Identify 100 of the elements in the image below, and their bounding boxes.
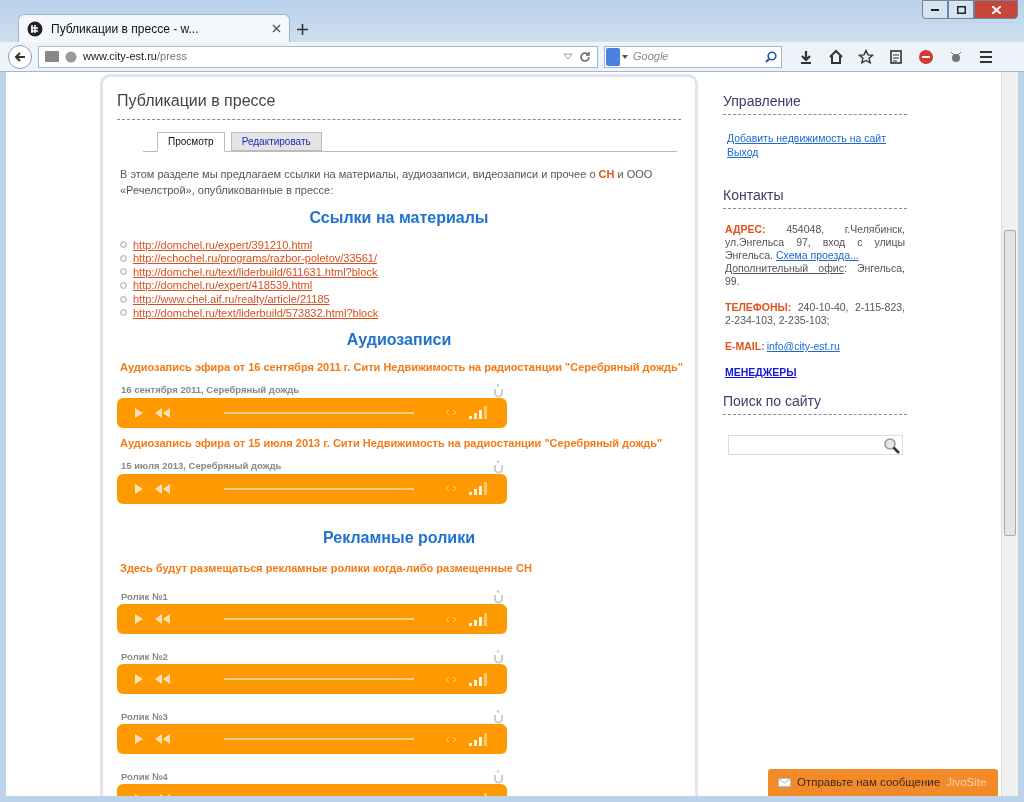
url-text: www.city-est.ru/press (83, 49, 188, 65)
dropdown-icon[interactable] (563, 53, 573, 60)
menu-icon[interactable] (978, 48, 994, 65)
audio-player[interactable] (117, 473, 507, 504)
bullet-icon (120, 282, 127, 290)
audio-player[interactable] (117, 664, 507, 695)
phones-text: ТЕЛЕФОНЫ: 240-10-40, 2-115-823, 2-234-103, 2-235-103; (725, 301, 905, 327)
search-placeholder: Google (633, 49, 670, 65)
email-link[interactable]: info@city-est.ru (766, 340, 840, 353)
player-logo-icon (494, 650, 503, 665)
globe-icon (65, 50, 77, 63)
track-caption: Ролик №3 (121, 709, 168, 724)
player-logo-icon (494, 710, 503, 725)
bullet-icon (120, 295, 127, 303)
close-icon[interactable] (272, 24, 281, 33)
embed-icon[interactable] (445, 615, 457, 623)
browser-tab[interactable]: Публикации в прессе - w... (18, 14, 290, 42)
window-close-button[interactable] (974, 0, 1018, 19)
download-icon[interactable] (798, 48, 814, 65)
player-logo-icon (494, 459, 503, 474)
home-icon[interactable] (828, 48, 844, 65)
player-logo-icon (494, 383, 503, 398)
chat-label: Отправьте нам сообщение (797, 774, 941, 790)
tab-title: Публикации в прессе - w... (51, 20, 200, 38)
address-bar[interactable]: www.city-est.ru/press (38, 45, 598, 68)
site-logo-icon (27, 20, 43, 37)
bullet-icon (120, 268, 127, 276)
play-icon[interactable] (135, 734, 143, 745)
sidebar-heading: Контакты (723, 185, 907, 209)
sidebar-heading: Управление (723, 91, 907, 115)
track-caption: Ролик №1 (121, 589, 168, 604)
embed-icon[interactable] (445, 409, 457, 417)
back-button[interactable] (8, 44, 32, 69)
player-logo-icon (494, 770, 503, 785)
stop-sign-icon[interactable] (918, 48, 934, 65)
embed-icon[interactable] (445, 485, 457, 493)
window-maximize-button[interactable] (948, 0, 974, 19)
progress-track[interactable] (224, 487, 414, 490)
bullet-icon (120, 254, 127, 262)
chat-brand: JivoSite (946, 774, 987, 790)
audio-player[interactable] (117, 397, 507, 428)
volume-icon[interactable] (469, 732, 489, 746)
embed-icon[interactable] (445, 675, 457, 683)
google-icon[interactable] (605, 46, 629, 67)
sidebar-link[interactable]: Добавить недвижимость на сайт (727, 131, 907, 145)
play-icon[interactable] (135, 614, 143, 625)
rewind-icon[interactable] (155, 614, 170, 625)
page-tab[interactable]: Просмотр (157, 132, 225, 152)
search-icon[interactable] (883, 436, 900, 454)
page-tab[interactable]: Редактировать (230, 132, 322, 151)
minimize-icon (931, 8, 939, 11)
progress-track[interactable] (224, 738, 414, 741)
audio-player[interactable] (117, 604, 507, 635)
window-minimize-button[interactable] (922, 0, 948, 19)
page-icon (45, 51, 59, 62)
section-heading: Ссылки на материалы (308, 208, 490, 228)
sidebar-heading: Поиск по сайту (723, 391, 907, 415)
play-icon[interactable] (135, 407, 143, 418)
reload-icon[interactable] (579, 50, 591, 63)
section-heading: Аудиозаписи (345, 329, 453, 350)
track-caption: 16 сентября 2011, Серебряный дождь (121, 383, 300, 398)
address-text: АДРЕС: 454048, г.Челябинск, ул.Энгельса 97, вход с улицы Энгельса. Схема проезда... Дополнительный офис: Энгельса, 99. (725, 223, 905, 288)
progress-track[interactable] (224, 618, 414, 621)
volume-icon[interactable] (469, 612, 489, 626)
managers-link[interactable]: МЕНЕДЖЕРЫ (725, 366, 905, 379)
search-field[interactable]: Google (604, 45, 782, 68)
audio-title: Аудиозапись эфира от 16 сентября 2011 г. Сити Недвижимость на радиостанции "Серебряный дождь" (119, 359, 684, 374)
rewind-icon[interactable] (155, 674, 170, 685)
volume-icon[interactable] (469, 482, 489, 496)
close-icon (991, 5, 1001, 14)
rewind-icon[interactable] (155, 483, 170, 494)
site-search-field[interactable] (728, 435, 903, 455)
audio-title: Аудиозапись эфира от 15 июля 2013 г. Сити Недвижимость на радиостанции "Серебряный дождь" (119, 435, 664, 450)
track-caption: Ролик №2 (121, 649, 168, 664)
scrollbar-thumb[interactable] (1004, 230, 1016, 536)
sidebar-link[interactable]: Выход (727, 145, 907, 159)
progress-track[interactable] (224, 678, 414, 681)
volume-icon[interactable] (469, 406, 489, 420)
rewind-icon[interactable] (155, 734, 170, 745)
play-icon[interactable] (135, 483, 143, 494)
rewind-icon[interactable] (155, 407, 170, 418)
audio-player[interactable] (117, 724, 507, 755)
new-tab-icon[interactable] (297, 24, 308, 35)
embed-icon[interactable] (445, 735, 457, 743)
email-label: E-MAIL: (725, 340, 765, 353)
intro-text: В этом разделе мы предлагаем ссылки на материалы, аудиозаписи, видеозаписи и прочее о СН и ООО «Речелстрой», опубликованные в прессе: (119, 167, 654, 198)
maximize-icon (956, 5, 966, 14)
back-arrow-icon (14, 50, 26, 63)
progress-track[interactable] (224, 411, 414, 414)
envelope-icon (778, 778, 791, 787)
chat-button[interactable]: Отправьте нам сообщение JivoSite (768, 769, 998, 796)
star-icon[interactable] (858, 48, 874, 65)
search-icon[interactable] (765, 50, 777, 63)
track-caption: Ролик №4 (121, 769, 168, 784)
player-logo-icon (494, 590, 503, 605)
map-link[interactable]: Схема проезда... (775, 249, 859, 261)
track-caption: 15 июля 2013, Серебряный дождь (121, 459, 282, 474)
play-icon[interactable] (135, 674, 143, 685)
volume-icon[interactable] (469, 672, 489, 686)
clipboard-icon[interactable] (888, 48, 904, 65)
